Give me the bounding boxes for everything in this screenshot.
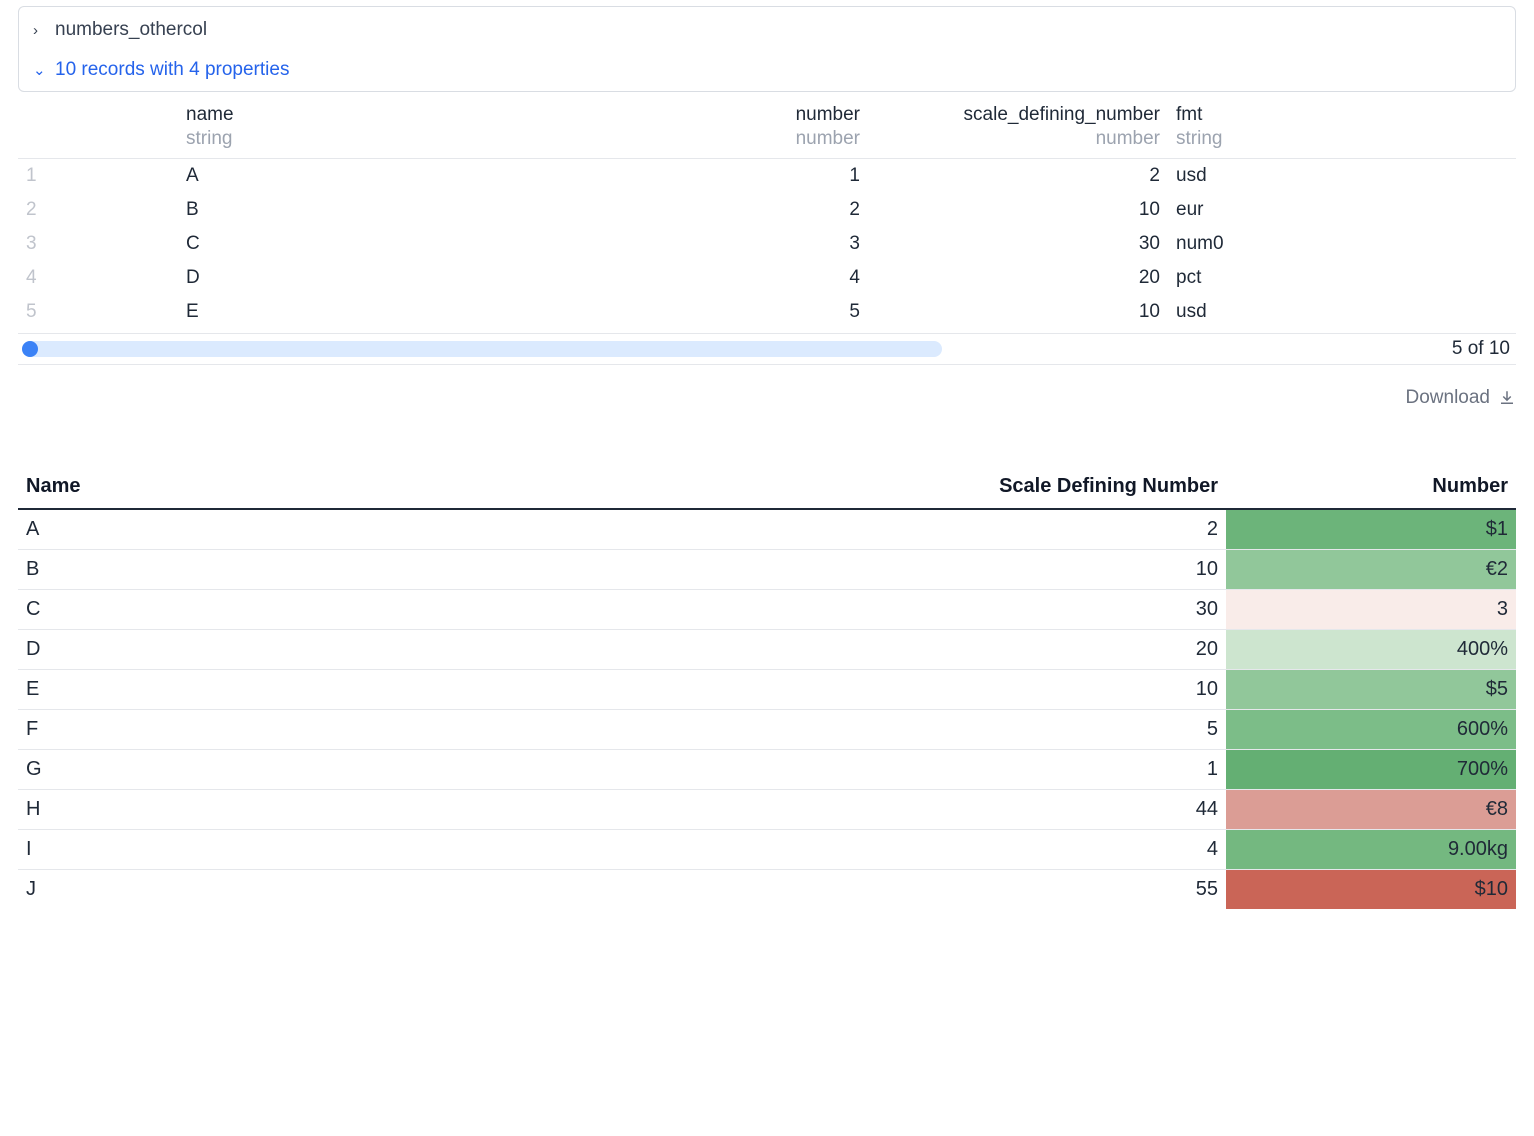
download-icon [1498,389,1516,407]
result-cell-number: 600% [1226,710,1516,750]
preview-col-type: number [868,128,1168,159]
preview-cell: 2 [868,159,1168,193]
preview-col-type: string [1168,128,1516,159]
result-cell-number: 400% [1226,630,1516,670]
result-cell-number: $1 [1226,509,1516,550]
chevron-down-icon: ⌄ [33,61,47,79]
preview-cell: 10 [868,295,1168,329]
result-cell-name: E [18,670,297,710]
result-cell-scale: 4 [297,830,1226,870]
result-cell-scale: 55 [297,870,1226,910]
result-cell-scale: 44 [297,790,1226,830]
preview-cell: 20 [868,261,1168,295]
preview-cell: pct [1168,261,1516,295]
query-subtitle-row[interactable]: ⌄ 10 records with 4 properties [33,59,1501,81]
preview-cell: 3 [618,227,868,261]
preview-row-index: 3 [18,227,178,261]
result-cell-scale: 2 [297,509,1226,550]
result-cell-name: H [18,790,297,830]
pager-slider[interactable] [22,341,942,357]
result-cell-scale: 5 [297,710,1226,750]
query-subtitle: 10 records with 4 properties [55,59,289,81]
preview-table: namenumberscale_defining_numberfmtstring… [18,98,1516,329]
preview-row-index: 2 [18,193,178,227]
table-row: H44€8 [18,790,1516,830]
table-row: A2$1 [18,509,1516,550]
result-cell-number: €2 [1226,550,1516,590]
preview-col-header: name [178,98,618,128]
result-col-scale: Scale Defining Number [297,469,1226,509]
result-cell-scale: 30 [297,590,1226,630]
table-row: G1700% [18,750,1516,790]
preview-cell: 1 [618,159,868,193]
table-row: B10€2 [18,550,1516,590]
preview-cell: 30 [868,227,1168,261]
table-row: D20400% [18,630,1516,670]
preview-cell: 2 [618,193,868,227]
preview-col-header: number [618,98,868,128]
preview-row-index: 1 [18,159,178,193]
pager-text: 5 of 10 [1452,338,1510,360]
result-cell-name: F [18,710,297,750]
table-row: I49.00kg [18,830,1516,870]
preview-col-header: fmt [1168,98,1516,128]
result-cell-name: C [18,590,297,630]
preview-cell: 5 [618,295,868,329]
query-card: › numbers_othercol ⌄ 10 records with 4 p… [18,6,1516,92]
result-header-row: Name Scale Defining Number Number [18,469,1516,509]
query-title-row[interactable]: › numbers_othercol [33,19,1501,41]
preview-cell: E [178,295,618,329]
preview-index-header [18,98,178,128]
preview-cell: 4 [618,261,868,295]
result-cell-name: I [18,830,297,870]
download-label: Download [1406,387,1491,409]
result-cell-scale: 10 [297,670,1226,710]
preview-index-type [18,128,178,159]
result-cell-number: 9.00kg [1226,830,1516,870]
preview-cell: D [178,261,618,295]
result-cell-name: D [18,630,297,670]
result-cell-name: A [18,509,297,550]
preview-row-index: 5 [18,295,178,329]
preview-cell: C [178,227,618,261]
result-cell-number: $10 [1226,870,1516,910]
preview-cell: usd [1168,159,1516,193]
result-cell-number: €8 [1226,790,1516,830]
preview-cell: usd [1168,295,1516,329]
result-cell-scale: 20 [297,630,1226,670]
preview-col-header: scale_defining_number [868,98,1168,128]
result-cell-name: J [18,870,297,910]
result-cell-name: G [18,750,297,790]
query-title: numbers_othercol [55,19,207,41]
result-cell-scale: 10 [297,550,1226,590]
preview-cell: B [178,193,618,227]
pager-thumb[interactable] [22,341,38,357]
preview-cell: num0 [1168,227,1516,261]
preview-cell: 10 [868,193,1168,227]
table-row: F5600% [18,710,1516,750]
pager-row: 5 of 10 [18,333,1516,365]
result-table: Name Scale Defining Number Number A2$1B1… [18,469,1516,909]
chevron-right-icon: › [33,22,47,39]
table-row: E10$5 [18,670,1516,710]
preview-col-type: string [178,128,618,159]
result-col-number: Number [1226,469,1516,509]
result-cell-scale: 1 [297,750,1226,790]
result-cell-number: 700% [1226,750,1516,790]
preview-row-index: 4 [18,261,178,295]
download-button[interactable]: Download [18,387,1516,409]
preview-col-type: number [618,128,868,159]
preview-cell: eur [1168,193,1516,227]
result-cell-number: 3 [1226,590,1516,630]
result-col-name: Name [18,469,297,509]
preview-cell: A [178,159,618,193]
result-cell-name: B [18,550,297,590]
result-cell-number: $5 [1226,670,1516,710]
table-row: J55$10 [18,870,1516,910]
table-row: C303 [18,590,1516,630]
